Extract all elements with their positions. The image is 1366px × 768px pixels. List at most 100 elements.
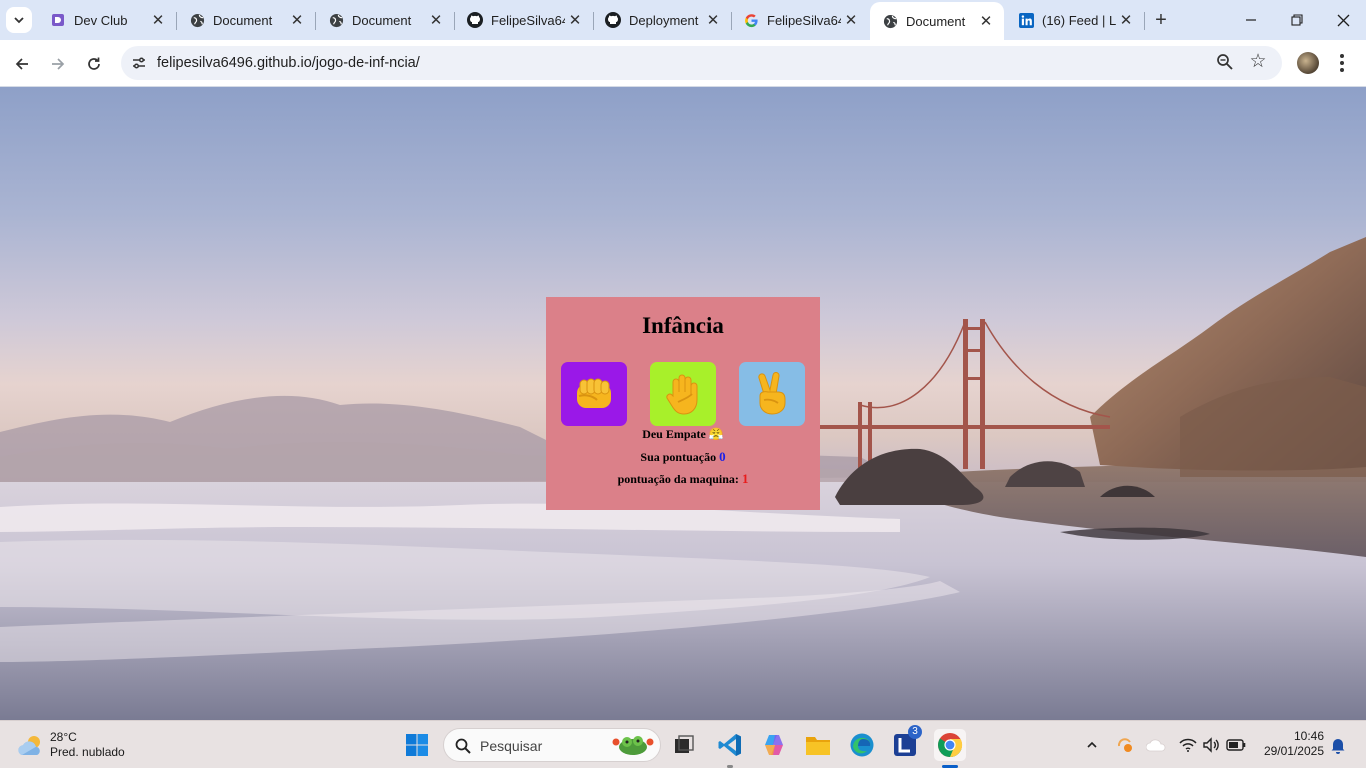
result-emoji: 😤: [708, 427, 724, 441]
wifi-icon[interactable]: [1176, 733, 1200, 757]
clock-time: 10:46: [1293, 729, 1324, 743]
machine-score-label: pontuação da maquina:: [617, 472, 739, 486]
l-app-badge: 3: [908, 725, 922, 739]
notification-bell-icon[interactable]: [1326, 733, 1350, 757]
close-icon[interactable]: ✕: [1116, 10, 1136, 30]
partly-cloudy-icon: [18, 736, 40, 755]
globe-icon: [189, 12, 205, 28]
close-icon[interactable]: ✕: [841, 10, 861, 30]
task-view-icon: [675, 735, 694, 753]
address-bar[interactable]: felipesilva6496.github.io/jogo-de-inf-nc…: [121, 46, 1282, 80]
taskbar-search-box[interactable]: Pesquisar: [443, 728, 661, 762]
clock-date: 29/01/2025: [1263, 744, 1324, 758]
tab-github-felipe[interactable]: FelipeSilva64 ✕: [455, 5, 594, 35]
scissors-button[interactable]: [739, 362, 805, 426]
show-hidden-icons-button[interactable]: [1080, 733, 1104, 757]
search-highlight-icon: [612, 736, 654, 755]
globe-icon: [328, 12, 344, 28]
chrome-button[interactable]: [934, 729, 966, 761]
google-icon: [743, 12, 759, 28]
edge-button[interactable]: [846, 729, 878, 761]
battery-icon[interactable]: [1224, 733, 1248, 757]
l-app-button[interactable]: 3: [890, 725, 922, 761]
volume-icon[interactable]: [1199, 733, 1223, 757]
file-explorer-button[interactable]: [802, 729, 834, 761]
copilot-button[interactable]: [758, 729, 790, 761]
arrow-left-icon: [15, 58, 28, 70]
tab-title: Deployment: [629, 12, 699, 28]
arrow-right-icon: [52, 58, 65, 70]
chevron-down-icon: [14, 17, 24, 24]
new-tab-button[interactable]: +: [1150, 9, 1172, 31]
close-icon[interactable]: ✕: [976, 11, 996, 31]
weather-temp: 28°C: [50, 730, 77, 744]
tab-title: Document: [352, 12, 412, 28]
reload-icon: [88, 57, 100, 70]
copilot-icon: [765, 735, 783, 755]
zoom-icon[interactable]: [1216, 53, 1236, 73]
forward-button[interactable]: [45, 51, 71, 77]
close-icon: [1337, 14, 1349, 26]
tab-github-deployment[interactable]: Deployment ✕: [593, 5, 732, 35]
tab-linkedin-feed[interactable]: (16) Feed | Li ✕: [1006, 5, 1145, 35]
machine-score-value: 1: [741, 471, 749, 486]
system-clock[interactable]: 10:46 29/01/2025: [1252, 729, 1324, 759]
menu-kebab-icon[interactable]: [1332, 52, 1352, 74]
tray-app-icon[interactable]: [1113, 733, 1137, 757]
globe-icon: [882, 13, 898, 29]
bookmark-star-icon[interactable]: ☆: [1248, 52, 1268, 72]
devclub-icon: [50, 12, 66, 28]
vscode-icon: [718, 734, 741, 756]
windows-taskbar: 28°C Pred. nublado Pesquisar 3 10:46 29/…: [0, 720, 1366, 768]
tab-document-active[interactable]: Document ✕: [870, 2, 1004, 40]
profile-avatar[interactable]: [1297, 52, 1319, 74]
weather-condition: Pred. nublado: [50, 745, 125, 759]
choices-row: [561, 362, 805, 426]
vscode-button[interactable]: [714, 729, 746, 761]
result-line: Deu Empate 😤: [546, 427, 820, 442]
search-placeholder: Pesquisar: [480, 738, 543, 754]
tab-title: (16) Feed | Li: [1042, 12, 1116, 28]
tab-search-button[interactable]: [6, 7, 32, 33]
page-viewport: Infância Deu Empate 😤 Sua pontuação 0 po…: [0, 87, 1366, 720]
github-icon: [605, 12, 621, 28]
task-view-button[interactable]: [668, 729, 700, 761]
tab-document-1[interactable]: Document ✕: [177, 5, 316, 35]
close-icon[interactable]: ✕: [148, 10, 168, 30]
result-text: Deu Empate: [642, 427, 706, 441]
weather-widget[interactable]: 28°C Pred. nublado: [14, 729, 154, 761]
minimize-button[interactable]: [1238, 8, 1264, 32]
paper-button[interactable]: [650, 362, 716, 426]
restore-icon: [1291, 14, 1303, 26]
minimize-icon: [1246, 19, 1256, 21]
fist-icon: [577, 378, 611, 408]
close-icon[interactable]: ✕: [287, 10, 307, 30]
chevron-up-icon: [1087, 741, 1097, 748]
close-window-button[interactable]: [1330, 8, 1356, 32]
close-icon[interactable]: ✕: [703, 10, 723, 30]
raised-hand-icon: [666, 374, 698, 415]
orange-app-icon: [1117, 738, 1132, 752]
close-icon[interactable]: ✕: [565, 10, 585, 30]
reload-button[interactable]: [81, 51, 107, 77]
player-score-value: 0: [719, 449, 726, 464]
tab-dev-club[interactable]: Dev Club ✕: [38, 5, 177, 35]
tab-google-felipe[interactable]: FelipeSilva64 ✕: [731, 5, 869, 35]
onedrive-icon[interactable]: [1144, 733, 1168, 757]
tab-separator: [1144, 12, 1145, 30]
player-score-label: Sua pontuação: [640, 450, 717, 464]
tab-document-2[interactable]: Document ✕: [316, 5, 455, 35]
tab-title: FelipeSilva64: [491, 12, 565, 28]
restore-button[interactable]: [1284, 8, 1310, 32]
tab-title: Document: [906, 13, 966, 29]
close-icon[interactable]: ✕: [426, 10, 446, 30]
machine-score-line: pontuação da maquina: 1: [546, 471, 820, 487]
rock-button[interactable]: [561, 362, 627, 426]
back-button[interactable]: [9, 51, 35, 77]
site-info-icon[interactable]: [127, 51, 151, 75]
edge-icon: [850, 733, 874, 757]
tab-strip: Dev Club ✕ Document ✕ Document ✕ FelipeS…: [0, 0, 1366, 40]
chrome-icon: [938, 733, 963, 758]
windows-start-button[interactable]: [401, 729, 433, 761]
url-text[interactable]: felipesilva6496.github.io/jogo-de-inf-nc…: [157, 55, 420, 71]
